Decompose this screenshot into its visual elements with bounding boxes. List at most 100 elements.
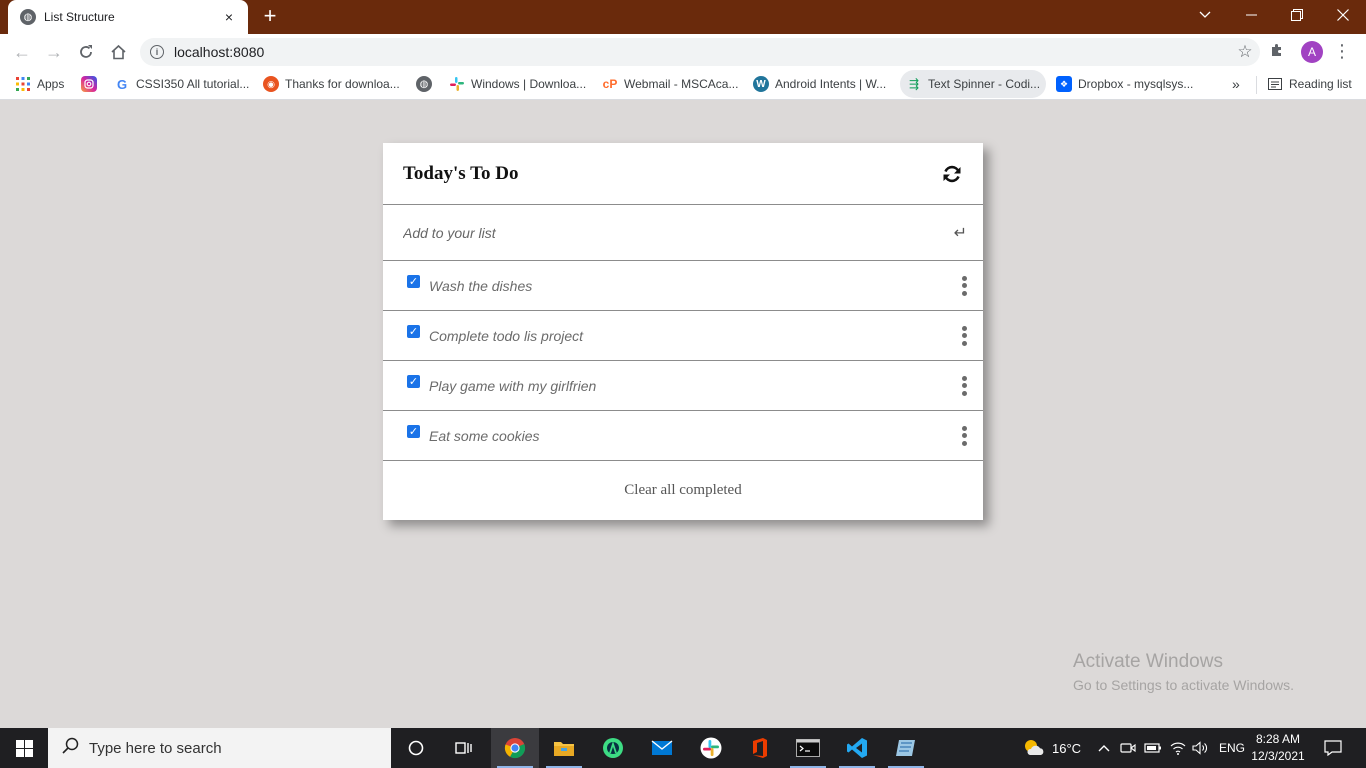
wifi-icon[interactable]	[1170, 728, 1186, 768]
bookmark-windows-download[interactable]: Windows | Downloa...	[449, 70, 586, 98]
meet-now-icon[interactable]	[1120, 728, 1136, 768]
todo-item: ✓ Eat some cookies	[383, 411, 983, 461]
watermark-title: Activate Windows	[1073, 651, 1223, 672]
bookmark-label: Thanks for downloa...	[285, 77, 400, 91]
clock-date: 12/3/2021	[1251, 749, 1305, 763]
bookmark-android-intents[interactable]: W Android Intents | W...	[753, 70, 886, 98]
office-icon[interactable]	[736, 728, 784, 768]
new-tab-button[interactable]: +	[258, 5, 282, 29]
active-tab[interactable]: ◍ List Structure ×	[8, 0, 248, 34]
more-bookmarks-icon[interactable]: »	[1232, 76, 1240, 92]
todo-title: Today's To Do	[403, 162, 519, 184]
enter-arrow-icon[interactable]: ↵	[954, 223, 967, 242]
windows-taskbar: Type here to search 16°C ENG 8:28 AM 12/…	[0, 728, 1366, 768]
weather-widget[interactable]: 16°C	[1022, 728, 1081, 768]
clear-completed-button[interactable]: Clear all completed	[383, 461, 983, 520]
input-language[interactable]: ENG	[1219, 728, 1245, 768]
todo-list: ✓ Wash the dishes ✓ Complete todo lis pr…	[383, 261, 983, 461]
bookmark-label: CSSI350 All tutorial...	[136, 77, 250, 91]
terminal-icon[interactable]	[784, 728, 832, 768]
reading-list-label: Reading list	[1289, 77, 1352, 91]
todo-card: Today's To Do ↵ ✓ Wash the dishes ✓ Comp…	[383, 143, 983, 520]
url-text[interactable]: localhost:8080	[174, 44, 1230, 60]
bookmark-cssi350[interactable]: G CSSI350 All tutorial...	[114, 70, 249, 98]
dropbox-icon: ❖	[1056, 76, 1072, 92]
refresh-icon[interactable]	[941, 163, 963, 185]
bookmark-label: Text Spinner - Codi...	[928, 77, 1041, 91]
slack-taskbar-icon[interactable]	[687, 728, 735, 768]
bookmark-thanks-for-downloading[interactable]: ◉ Thanks for downloa...	[263, 70, 400, 98]
todo-item: ✓ Play game with my girlfrien	[383, 361, 983, 411]
bookmark-instagram[interactable]	[81, 70, 103, 98]
mail-icon[interactable]	[638, 728, 686, 768]
back-arrow-icon[interactable]: ←	[10, 40, 34, 64]
task-view-icon[interactable]	[440, 728, 488, 768]
add-todo-row: ↵	[383, 205, 983, 261]
tab-search-icon[interactable]	[1182, 0, 1228, 30]
instagram-icon	[81, 76, 97, 92]
info-icon[interactable]: i	[150, 45, 164, 59]
volume-icon[interactable]	[1192, 728, 1208, 768]
bookmark-label: Windows | Downloa...	[471, 77, 587, 91]
forward-arrow-icon[interactable]: →	[42, 40, 66, 64]
bookmark-dropbox[interactable]: ❖ Dropbox - mysqlsys...	[1056, 70, 1193, 98]
profile-avatar[interactable]: A	[1301, 41, 1323, 63]
chrome-taskbar-icon[interactable]	[491, 728, 539, 768]
bookmark-label: Dropbox - mysqlsys...	[1078, 77, 1194, 91]
bookmark-apps[interactable]: Apps	[15, 70, 64, 98]
todo-header: Today's To Do	[383, 143, 983, 205]
minimize-icon[interactable]	[1228, 0, 1274, 30]
windows-start-icon[interactable]	[0, 728, 48, 768]
more-vertical-icon[interactable]	[959, 375, 969, 396]
search-placeholder: Type here to search	[89, 739, 222, 757]
more-vertical-icon[interactable]	[959, 425, 969, 446]
bookmark-star-icon[interactable]: ☆	[1230, 42, 1260, 62]
ubuntu-icon: ◉	[263, 76, 279, 92]
add-todo-input[interactable]	[403, 224, 954, 241]
todo-checkbox[interactable]: ✓	[407, 425, 420, 438]
wordpress-icon: W	[753, 76, 769, 92]
more-vertical-icon[interactable]	[959, 325, 969, 346]
reload-icon[interactable]	[74, 40, 98, 64]
todo-checkbox[interactable]: ✓	[407, 375, 420, 388]
taskbar-search-box[interactable]: Type here to search	[48, 728, 391, 768]
vscode-icon[interactable]	[833, 728, 881, 768]
address-bar[interactable]: i localhost:8080 ☆	[140, 38, 1260, 66]
restore-icon[interactable]	[1274, 0, 1320, 30]
partly-sunny-icon	[1022, 738, 1044, 759]
bookmarks-divider	[1256, 76, 1257, 94]
android-studio-icon[interactable]	[589, 728, 637, 768]
todo-checkbox[interactable]: ✓	[407, 275, 420, 288]
show-hidden-icons-icon[interactable]	[1098, 728, 1110, 768]
notes-app-icon[interactable]	[882, 728, 930, 768]
todo-item-text: Wash the dishes	[429, 277, 533, 294]
taskbar-clock[interactable]: 8:28 AM 12/3/2021	[1250, 731, 1306, 765]
extensions-puzzle-icon[interactable]	[1269, 42, 1285, 62]
search-icon	[62, 737, 79, 759]
more-vertical-icon[interactable]	[959, 275, 969, 296]
weather-temperature: 16°C	[1052, 740, 1082, 756]
close-tab-icon[interactable]: ×	[220, 9, 238, 25]
home-icon[interactable]	[106, 40, 130, 64]
close-window-icon[interactable]	[1320, 0, 1366, 30]
bookmark-text-spinner[interactable]: ⇶ Text Spinner - Codi...	[900, 70, 1047, 98]
todo-item-text: Complete todo lis project	[429, 327, 584, 344]
cortana-icon[interactable]	[392, 728, 440, 768]
globe-icon: ◍	[20, 9, 36, 25]
todo-checkbox[interactable]: ✓	[407, 325, 420, 338]
bookmarks-bar: Apps G CSSI350 All tutorial... ◉ Thanks …	[0, 70, 1366, 100]
watermark-subtitle: Go to Settings to activate Windows.	[1073, 677, 1294, 693]
todo-item-text: Eat some cookies	[429, 427, 540, 444]
reading-list-icon	[1267, 76, 1283, 92]
sheets-icon: ⇶	[908, 77, 920, 91]
browser-menu-icon[interactable]: ⋮	[1333, 40, 1351, 64]
bookmark-webmail[interactable]: cP Webmail - MSCAca...	[602, 70, 739, 98]
bookmark-globe[interactable]: ◍	[416, 70, 438, 98]
file-explorer-icon[interactable]	[540, 728, 588, 768]
clock-time: 8:28 AM	[1255, 732, 1301, 746]
todo-item: ✓ Complete todo lis project	[383, 311, 983, 361]
reading-list-button[interactable]: Reading list	[1267, 70, 1352, 98]
todo-item: ✓ Wash the dishes	[383, 261, 983, 311]
notifications-icon[interactable]	[1324, 728, 1342, 768]
battery-icon[interactable]	[1144, 728, 1162, 768]
